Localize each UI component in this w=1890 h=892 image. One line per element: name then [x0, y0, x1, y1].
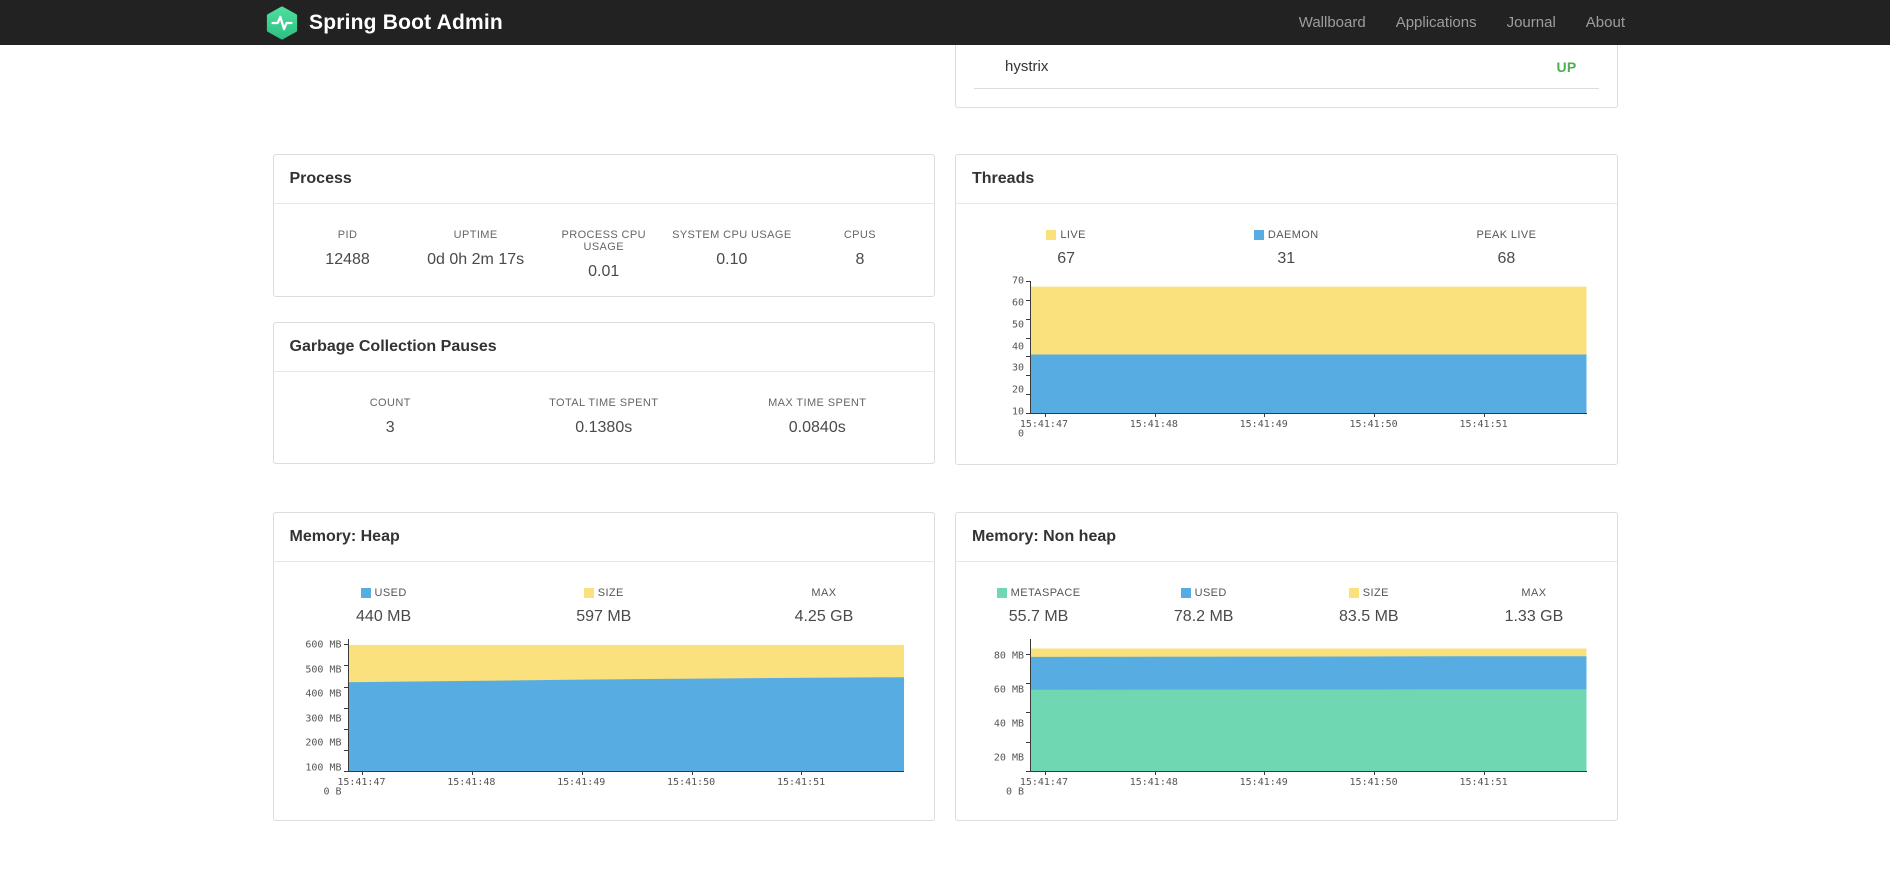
application-row-hystrix[interactable]: hystrix UP: [974, 45, 1599, 89]
applications-panel: hystrix UP: [955, 45, 1618, 108]
gc-stats: COUNT 3 TOTAL TIME SPENT 0.1380s MAX TIM…: [274, 372, 935, 465]
stat-pid: PID 12488: [325, 229, 370, 268]
gc-panel: Garbage Collection Pauses COUNT 3 TOTAL …: [272, 322, 935, 465]
legend-swatch-live: [1046, 230, 1057, 240]
nav-item-wallboard[interactable]: Wallboard: [1299, 14, 1366, 31]
threads-chart: 0 10 20 30 40 50 60 70 15:41:47 15:41:48 15:41:49…: [956, 275, 1617, 440]
y-axis-labels: 0 B 100 MB 200 MB 300 MB 400 MB 500 MB 600 MB: [305, 639, 342, 798]
top-navbar: Spring Boot Admin Wallboard Applications…: [0, 0, 1890, 45]
stat-system-cpu: SYSTEM CPU USAGE 0.10: [672, 229, 792, 268]
legend-item-used: USED 78.2 MB: [1173, 587, 1234, 625]
legend-swatch-size: [583, 588, 594, 598]
stat-uptime: UPTIME 0d 0h 2m 17s: [427, 229, 525, 268]
process-panel: Process PID 12488 UPTIME 0d 0h 2m 17s PR…: [272, 154, 935, 297]
legend-item-size: SIZE 597 MB: [576, 587, 632, 625]
brand-link[interactable]: Spring Boot Admin: [265, 5, 503, 40]
legend-item-metaspace: METASPACE 55.7 MB: [956, 587, 1121, 639]
status-badge: UP: [1556, 58, 1577, 75]
stat-gc-total-time: TOTAL TIME SPENT 0.1380s: [549, 397, 659, 436]
stat-cpus: CPUS 8: [843, 229, 876, 268]
legend-swatch-used: [1180, 588, 1191, 598]
chart-plot-area: [1026, 639, 1587, 775]
memory-nonheap-chart: 0 B 20 MB 40 MB 60 MB 80 MB 15:41:47 15:41:48…: [956, 639, 1617, 798]
nav-item-journal[interactable]: Journal: [1507, 14, 1556, 31]
chart-plot-area: [343, 639, 904, 775]
process-stats: PID 12488 UPTIME 0d 0h 2m 17s PROCESS CP…: [274, 204, 935, 309]
y-axis-labels: 0 10 20 30 40 50 60 70: [1011, 275, 1024, 440]
threads-panel: Threads LIVE 67 DAEMON 31 PEAK LIVE 68 0…: [955, 154, 1618, 465]
nav-item-about[interactable]: About: [1586, 14, 1625, 31]
x-axis-labels: 15:41:47 15:41:48 15:41:49 15:41:50 15:41:51: [1019, 419, 1508, 430]
application-name: hystrix: [1005, 58, 1049, 75]
legend-item-max: MAX 4.25 GB: [794, 587, 854, 625]
spring-boot-admin-logo-icon: [266, 5, 298, 40]
x-axis-labels: 15:41:47 15:41:48 15:41:49 15:41:50 15:41:51: [1019, 777, 1508, 788]
brand-title: Spring Boot Admin: [309, 10, 503, 34]
legend-swatch-daemon: [1253, 230, 1264, 240]
y-axis-labels: 0 B 20 MB 40 MB 60 MB 80 MB: [993, 650, 1024, 798]
legend-item-max: MAX 1.33 GB: [1504, 587, 1564, 625]
memory-heap-title: Memory: Heap: [273, 513, 934, 562]
memory-heap-legend: USED 440 MB SIZE 597 MB MAX 4.25 GB: [274, 587, 935, 639]
memory-nonheap-legend: METASPACE 55.7 MB USED 78.2 MB SIZE 83.5…: [956, 587, 1617, 639]
stat-gc-count: COUNT 3: [369, 397, 411, 436]
legend-item-daemon: DAEMON 31: [1176, 229, 1396, 281]
legend-item-live: LIVE 67: [956, 229, 1176, 281]
memory-heap-chart: 0 B 100 MB 200 MB 300 MB 400 MB 500 MB 600 MB …: [274, 639, 935, 798]
memory-nonheap-panel: Memory: Non heap METASPACE 55.7 MB USED: [955, 512, 1618, 821]
nav-links: Wallboard Applications Journal About: [1299, 14, 1625, 31]
stat-gc-max-time: MAX TIME SPENT 0.0840s: [768, 397, 867, 436]
legend-item-peak-live: PEAK LIVE 68: [1476, 229, 1537, 267]
legend-swatch-metaspace: [996, 588, 1007, 598]
memory-heap-panel: Memory: Heap USED 440 MB SIZE 597 MB MAX…: [272, 512, 935, 821]
legend-swatch-used: [360, 588, 371, 598]
memory-nonheap-title: Memory: Non heap: [956, 513, 1617, 562]
process-panel-title: Process: [273, 155, 934, 204]
legend-swatch-size: [1348, 588, 1359, 598]
stat-process-cpu: PROCESS CPU USAGE 0.01: [561, 229, 646, 280]
nav-item-applications[interactable]: Applications: [1396, 14, 1477, 31]
threads-legend: LIVE 67 DAEMON 31 PEAK LIVE 68: [956, 229, 1617, 281]
x-axis-labels: 15:41:47 15:41:48 15:41:49 15:41:50 15:41:51: [337, 777, 826, 788]
gc-panel-title: Garbage Collection Pauses: [273, 323, 934, 372]
legend-item-size: SIZE 83.5 MB: [1339, 587, 1399, 625]
legend-item-used: USED 440 MB: [356, 587, 412, 625]
threads-panel-title: Threads: [956, 155, 1617, 204]
chart-plot-area: [1026, 281, 1587, 417]
